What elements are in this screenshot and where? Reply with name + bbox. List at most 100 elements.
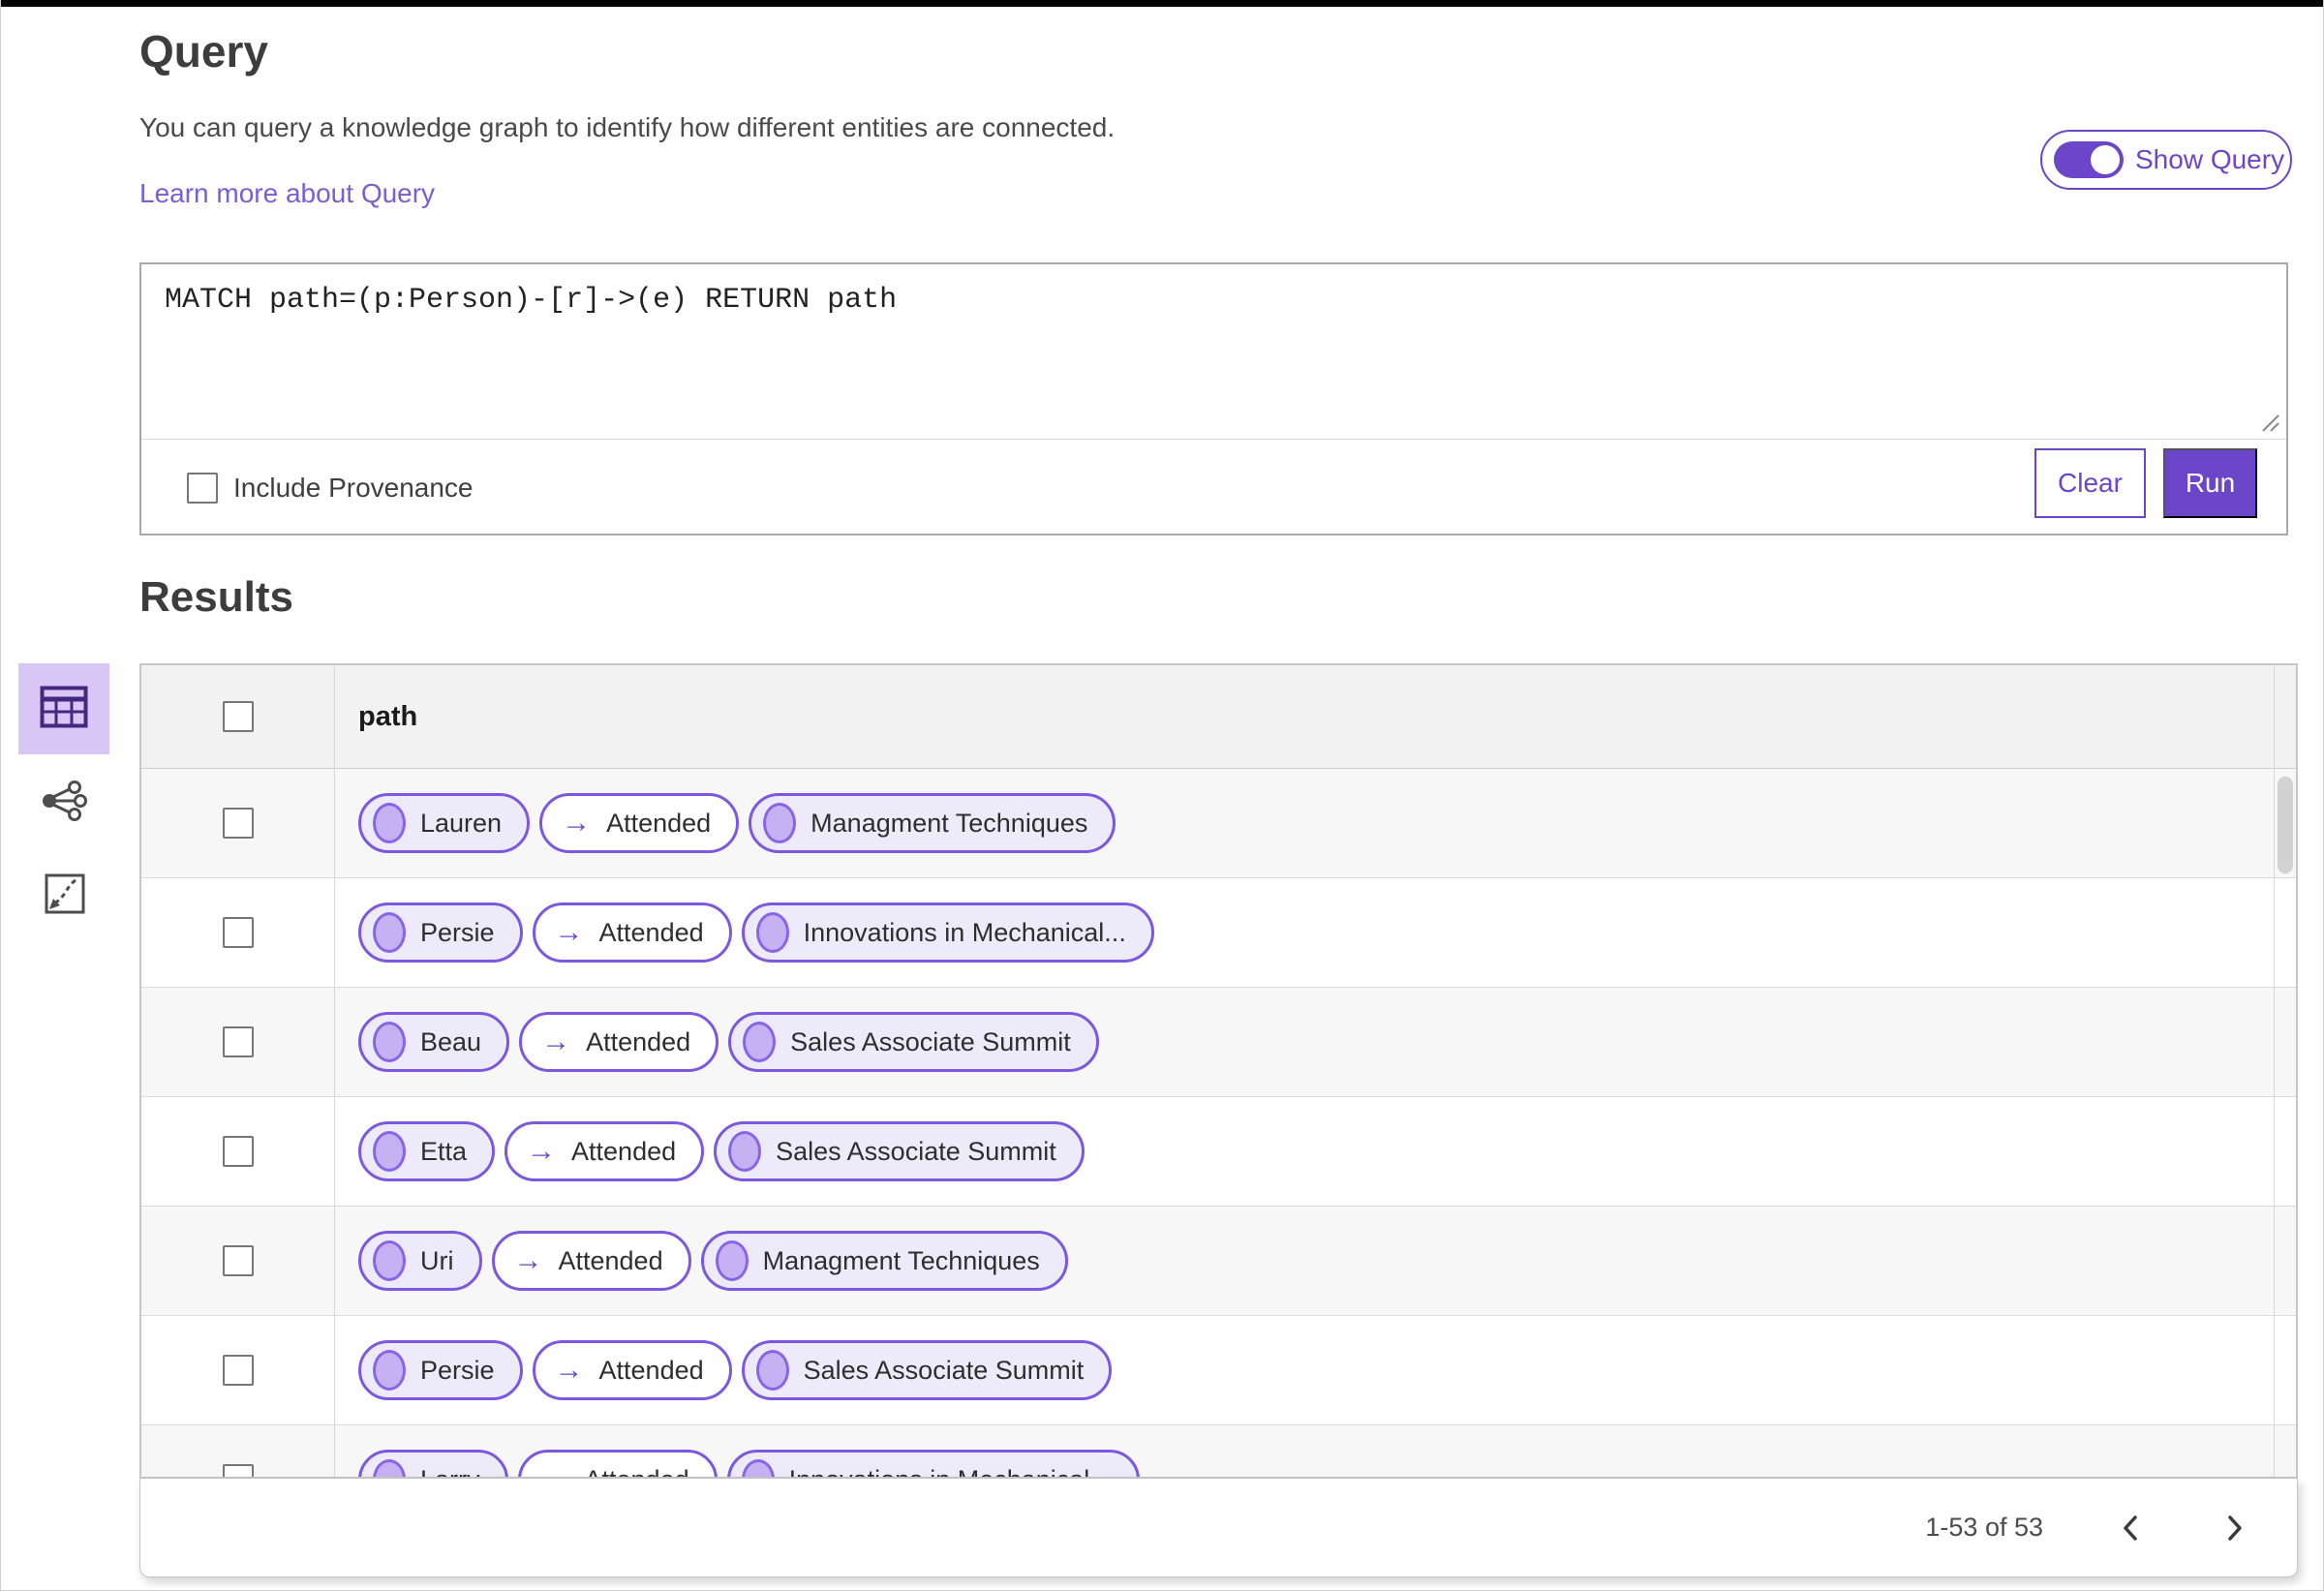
node-label: Innovations in Mechanical... [789,1465,1112,1478]
row-checkbox[interactable] [222,1464,254,1477]
results-title: Results [139,573,293,621]
table-icon [40,686,88,733]
row-checkbox[interactable] [222,1355,254,1386]
include-provenance-checkbox[interactable] [187,472,218,504]
arrow-right-icon: → [562,807,592,839]
table-row: Persie → Attended Innovations in Mechanical… [141,878,2296,988]
path-cell: Etta → Attended Sales Associate Summit [335,1097,2296,1206]
node-icon [373,1131,406,1172]
node-label: Sales Associate Summit [776,1136,1056,1166]
edge-label: Attended [585,1465,689,1478]
run-button[interactable]: Run [2163,448,2257,518]
edge-pill[interactable]: → Attended [532,903,732,963]
table-row: Beau → Attended Sales Associate Summit [141,988,2296,1097]
path-cell: Uri → Attended Managment Techniques [335,1207,2296,1315]
edge-pill[interactable]: → Attended [517,1450,718,1478]
node-icon [373,912,406,953]
node-label: Sales Associate Summit [803,1355,1085,1385]
query-editor-panel: MATCH path=(p:Person)-[r]->(e) RETURN pa… [139,262,2288,535]
table-row: Larry → Attended Innovations in Mechanical.… [141,1425,2296,1478]
node-icon [373,803,406,843]
node-pill-source[interactable]: Beau [358,1012,510,1072]
show-query-toggle[interactable]: Show Query [2040,130,2292,190]
path-chart-icon [44,872,86,920]
sidebar-item-chart-view[interactable] [30,866,100,926]
chevron-right-icon [2228,1515,2242,1541]
edge-label: Attended [598,917,704,947]
clear-button[interactable]: Clear [2034,448,2146,518]
table-row: Persie → Attended Sales Associate Summit [141,1316,2296,1425]
sidebar-item-network-view[interactable] [30,773,100,833]
row-checkbox-cell [141,988,335,1096]
path-cell: Persie → Attended Innovations in Mechanical… [335,878,2296,987]
page-range-label: 1-53 of 53 [1925,1513,2043,1542]
node-pill-source[interactable]: Persie [358,1340,523,1400]
scrollbar-thumb[interactable] [2278,777,2293,873]
row-checkbox-cell [141,1207,335,1315]
node-pill-target[interactable]: Innovations in Mechanical... [726,1450,1140,1478]
node-icon [755,1350,789,1391]
include-provenance-label: Include Provenance [233,472,474,503]
edge-pill[interactable]: → Attended [519,1012,719,1072]
row-checkbox[interactable] [222,1136,254,1167]
textarea-resize-handle[interactable] [2255,408,2280,438]
table-row: Etta → Attended Sales Associate Summit [141,1097,2296,1207]
node-pill-target[interactable]: Managment Techniques [700,1231,1068,1291]
edge-pill[interactable]: → Attended [532,1340,732,1400]
node-label: Beau [420,1026,482,1056]
network-graph-icon [42,780,88,826]
row-checkbox-cell [141,1316,335,1424]
row-checkbox[interactable] [222,917,254,948]
toggle-switch[interactable] [2054,141,2124,178]
path-cell: Larry → Attended Innovations in Mechanical.… [335,1425,2296,1478]
include-provenance-option: Include Provenance [187,472,474,504]
edge-pill[interactable]: → Attended [505,1121,705,1181]
node-pill-source[interactable]: Larry [358,1450,508,1477]
node-label: Sales Associate Summit [790,1026,1071,1056]
path-cell: Persie → Attended Sales Associate Summit [335,1316,2296,1424]
row-checkbox[interactable] [222,1245,254,1276]
node-label: Persie [420,1355,495,1385]
node-pill-source[interactable]: Uri [358,1231,482,1291]
node-label: Persie [420,917,495,947]
learn-more-link[interactable]: Learn more about Query [139,178,435,209]
node-pill-source[interactable]: Lauren [358,793,531,853]
node-icon [763,803,797,843]
node-icon [743,1022,777,1062]
results-table: path Lauren → Attended Managment Techniques… [139,663,2298,1479]
node-pill-target[interactable]: Sales Associate Summit [741,1340,1113,1400]
window-top-border [1,0,2323,7]
node-icon [373,1459,406,1477]
toggle-knob [2091,145,2120,174]
node-icon [373,1022,406,1062]
sidebar-item-table-view[interactable] [18,663,109,754]
path-cell: Beau → Attended Sales Associate Summit [335,988,2296,1096]
node-pill-target[interactable]: Innovations in Mechanical... [741,903,1154,963]
edge-label: Attended [598,1355,704,1385]
node-label: Managment Techniques [810,808,1088,838]
edge-pill[interactable]: → Attended [539,793,740,853]
row-checkbox[interactable] [222,1026,254,1057]
query-controls-row: Include Provenance Clear Run [141,440,2286,535]
node-label: Lauren [420,808,503,838]
node-pill-source[interactable]: Persie [358,903,523,963]
node-pill-source[interactable]: Etta [358,1121,496,1181]
previous-page-button[interactable] [2113,1511,2148,1545]
row-checkbox[interactable] [222,808,254,839]
node-pill-target[interactable]: Managment Techniques [749,793,1116,853]
query-input[interactable]: MATCH path=(p:Person)-[r]->(e) RETURN pa… [165,284,2248,317]
path-cell: Lauren → Attended Managment Techniques [335,769,2296,877]
row-checkbox-cell [141,878,335,987]
node-icon [741,1459,775,1477]
arrow-right-icon: → [554,916,584,948]
node-icon [373,1240,406,1281]
node-pill-target[interactable]: Sales Associate Summit [728,1012,1099,1072]
node-pill-target[interactable]: Sales Associate Summit [714,1121,1085,1181]
next-page-button[interactable] [2217,1511,2252,1545]
table-header-row: path [141,665,2296,769]
select-all-checkbox[interactable] [222,701,254,732]
arrow-right-icon: → [541,1025,571,1057]
edge-pill[interactable]: → Attended [491,1231,691,1291]
edge-label: Attended [586,1026,691,1056]
row-checkbox-cell [141,769,335,877]
